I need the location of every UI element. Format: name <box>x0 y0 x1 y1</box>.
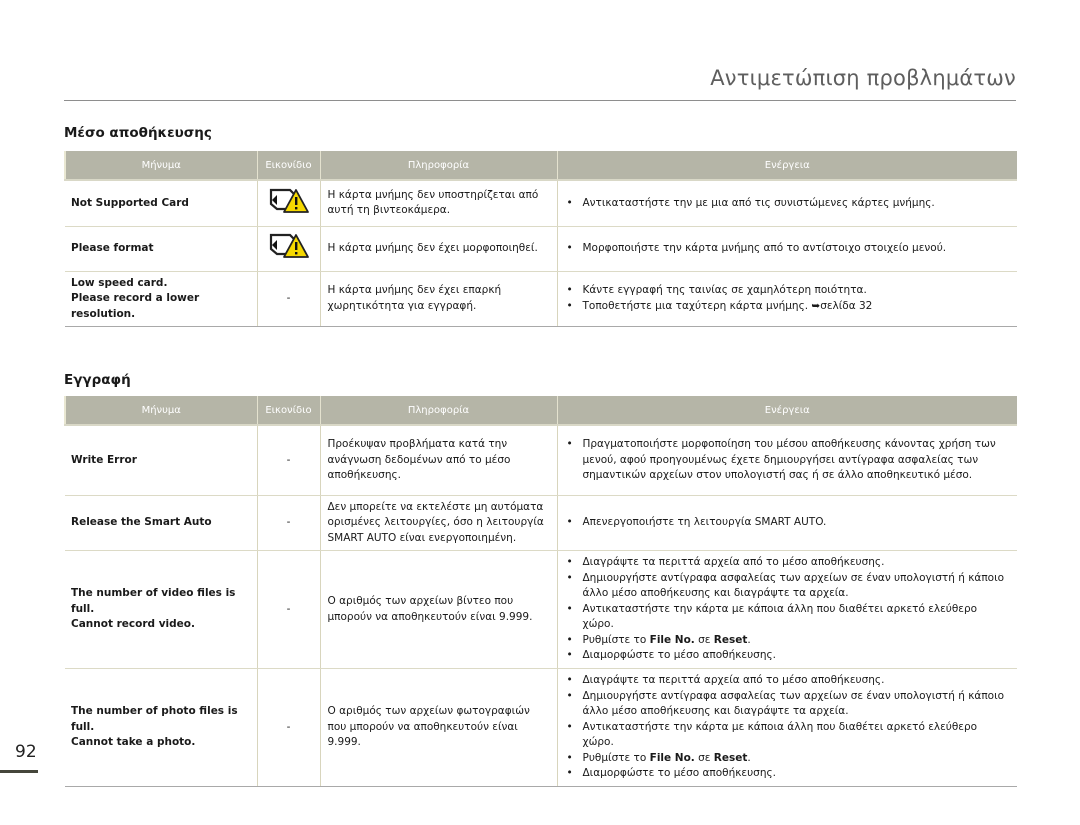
action-cell: Απενεργοποιήστε τη λειτουργία SMART AUTO… <box>556 495 1017 551</box>
action-item-reset: Ρυθμίστε το File No. σε Reset. <box>565 751 1011 767</box>
column-header-icon: Εικονίδιο <box>256 396 320 426</box>
icon-cell: - <box>256 550 320 669</box>
action-item: Αντικαταστήστε την με μια από τις συνιστ… <box>565 196 1011 212</box>
menu-item-file-no: File No. <box>649 633 695 646</box>
card-warning-icon <box>268 233 310 263</box>
action-item: Διαμορφώστε το μέσο αποθήκευσης. <box>565 766 1011 782</box>
page-title: Αντιμετώπιση προβλημάτων <box>710 66 1016 90</box>
reset-suffix: . <box>747 751 751 764</box>
action-item: Δημιουργήστε αντίγραφα ασφαλείας των αρχ… <box>565 571 1011 602</box>
action-item: Αντικαταστήστε την κάρτα με κάποια άλλη … <box>565 602 1011 633</box>
action-item: Μορφοποιήστε την κάρτα μνήμης από το αντ… <box>565 241 1011 257</box>
page-number: 92 <box>15 742 37 762</box>
icon-cell: - <box>256 668 320 787</box>
table-row: Please format Η κάρτα μνήμης δεν έχει μο… <box>65 226 1017 272</box>
message-cell: The number of video files is full. Canno… <box>65 550 257 669</box>
message-cell: The number of photo files is full. Canno… <box>65 668 257 787</box>
menu-value-reset: Reset <box>713 751 748 764</box>
message-line: The number of video files is <box>71 587 236 600</box>
info-cell: Ο αριθμός των αρχείων βίντεο που μπορούν… <box>319 550 557 669</box>
table-row: The number of video files is full. Canno… <box>65 550 1017 669</box>
info-cell: Η κάρτα μνήμης δεν υποστηρίζεται από αυτ… <box>319 180 557 227</box>
action-item: Απενεργοποιήστε τη λειτουργία SMART AUTO… <box>565 515 1011 531</box>
reset-prefix: Ρυθμίστε το <box>582 633 650 646</box>
action-cell: Πραγματοποιήστε μορφοποίηση του μέσου απ… <box>556 425 1017 496</box>
icon-cell <box>256 226 320 272</box>
action-item: Διαγράψτε τα περιττά αρχεία από το μέσο … <box>565 555 1011 571</box>
column-header-info: Πληροφορία <box>319 396 557 426</box>
table-row: The number of photo files is full. Canno… <box>65 668 1017 787</box>
storage-messages-table: Μήνυμα Εικονίδιο Πληροφορία Ενέργεια Not… <box>64 151 1017 327</box>
section-title-storage: Μέσο αποθήκευσης <box>64 125 212 141</box>
info-cell: Η κάρτα μνήμης δεν έχει επαρκή χωρητικότ… <box>319 271 557 327</box>
table-header-row: Μήνυμα Εικονίδιο Πληροφορία Ενέργεια <box>64 396 1017 426</box>
message-line: Low speed card. <box>71 276 168 289</box>
action-item-page-link[interactable]: Τοποθετήστε μια ταχύτερη κάρτα μνήμης. ➥… <box>565 299 1011 315</box>
column-header-icon: Εικονίδιο <box>256 151 320 181</box>
column-header-info: Πληροφορία <box>319 151 557 181</box>
action-cell: Κάντε εγγραφή της ταινίας σε χαμηλότερη … <box>556 271 1017 327</box>
section-title-recording: Εγγραφή <box>64 372 131 388</box>
message-line: Please record a lower <box>71 292 200 304</box>
menu-item-file-no: File No. <box>649 751 695 764</box>
action-item: Διαμορφώστε το μέσο αποθήκευσης. <box>565 648 1011 664</box>
column-header-action: Ενέργεια <box>556 151 1017 181</box>
message-line: full. <box>71 602 95 615</box>
table-row: Low speed card. Please record a lower re… <box>65 271 1017 327</box>
card-warning-icon <box>268 188 310 218</box>
action-item: Πραγματοποιήστε μορφοποίηση του μέσου απ… <box>565 437 1011 484</box>
column-header-message: Μήνυμα <box>64 151 257 181</box>
table-row: Release the Smart Auto - Δεν μπορείτε να… <box>65 495 1017 551</box>
message-cell: Please format <box>65 226 257 272</box>
action-item-reset: Ρυθμίστε το File No. σε Reset. <box>565 633 1011 649</box>
message-cell: Write Error <box>65 425 257 496</box>
reset-prefix: Ρυθμίστε το <box>582 751 650 764</box>
menu-value-reset: Reset <box>713 633 748 646</box>
message-cell: Low speed card. Please record a lower re… <box>65 271 257 327</box>
message-line: The number of photo files is <box>71 705 238 718</box>
action-cell: Διαγράψτε τα περιττά αρχεία από το μέσο … <box>556 550 1017 669</box>
recording-messages-table: Μήνυμα Εικονίδιο Πληροφορία Ενέργεια Wri… <box>64 396 1017 787</box>
message-line: full. <box>71 720 95 733</box>
action-cell: Αντικαταστήστε την με μια από τις συνιστ… <box>556 180 1017 227</box>
message-cell: Release the Smart Auto <box>65 495 257 551</box>
action-item: Δημιουργήστε αντίγραφα ασφαλείας των αρχ… <box>565 689 1011 720</box>
message-line: resolution. <box>71 307 136 320</box>
message-cell: Not Supported Card <box>65 180 257 227</box>
message-line: Cannot take a photo. <box>71 736 196 749</box>
action-item: Διαγράψτε τα περιττά αρχεία από το μέσο … <box>565 673 1011 689</box>
icon-cell: - <box>256 271 320 327</box>
action-cell: Διαγράψτε τα περιττά αρχεία από το μέσο … <box>556 668 1017 787</box>
table-row: Not Supported Card Η κάρτα μνήμης δεν υπ… <box>65 180 1017 227</box>
column-header-message: Μήνυμα <box>64 396 257 426</box>
info-cell: Η κάρτα μνήμης δεν έχει μορφοποιηθεί. <box>319 226 557 272</box>
action-item: Αντικαταστήστε την κάρτα με κάποια άλλη … <box>565 720 1011 751</box>
message-line: Cannot record video. <box>71 618 196 631</box>
reset-suffix: . <box>747 633 751 646</box>
info-cell: Προέκυψαν προβλήματα κατά την ανάγνωση δ… <box>319 425 557 496</box>
icon-cell: - <box>256 425 320 496</box>
column-header-action: Ενέργεια <box>556 396 1017 426</box>
title-divider <box>64 100 1016 101</box>
reset-mid: σε <box>694 633 714 646</box>
icon-cell: - <box>256 495 320 551</box>
table-row: Write Error - Προέκυψαν προβλήματα κατά … <box>65 425 1017 496</box>
reset-mid: σε <box>694 751 714 764</box>
info-cell: Ο αριθμός των αρχείων φωτογραφιών που μπ… <box>319 668 557 787</box>
action-cell: Μορφοποιήστε την κάρτα μνήμης από το αντ… <box>556 226 1017 272</box>
page-number-underline <box>0 770 38 773</box>
action-item: Κάντε εγγραφή της ταινίας σε χαμηλότερη … <box>565 283 1011 299</box>
table-header-row: Μήνυμα Εικονίδιο Πληροφορία Ενέργεια <box>64 151 1017 181</box>
icon-cell <box>256 180 320 227</box>
info-cell: Δεν μπορείτε να εκτελέστε μη αυτόματα ορ… <box>319 495 557 551</box>
